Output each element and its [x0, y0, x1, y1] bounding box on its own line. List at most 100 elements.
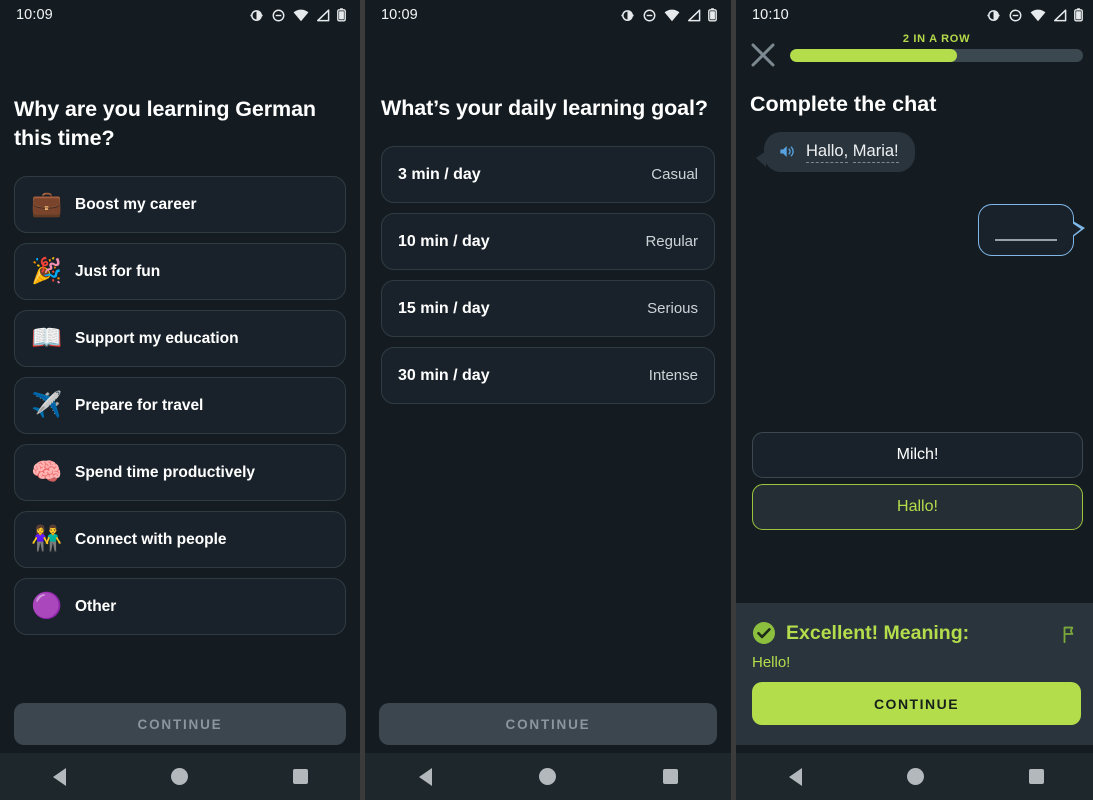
goal-duration: 10 min / day — [398, 232, 490, 250]
nav-recents-icon[interactable] — [1029, 769, 1045, 784]
nav-back-icon[interactable] — [52, 767, 66, 786]
screenshot-root: 10:09 Why are you learning German this t… — [0, 0, 1093, 800]
close-icon[interactable] — [748, 40, 778, 70]
feedback-panel: Excellent! Meaning: Hello! CONTINUE — [736, 603, 1093, 745]
signal-icon — [1054, 8, 1067, 21]
status-icons — [986, 8, 1083, 23]
status-bar: 10:09 — [0, 0, 360, 30]
nav-home-icon[interactable] — [170, 768, 188, 785]
android-nav-bar — [365, 753, 731, 800]
speaker-icon[interactable] — [778, 142, 797, 161]
option-label: Spend time productively — [75, 463, 256, 481]
nav-home-icon[interactable] — [538, 768, 556, 785]
reason-option-connect-with-people[interactable]: 👫 Connect with people — [14, 511, 346, 569]
ellipsis-circle-emoji: 🟣 — [31, 592, 63, 621]
status-icons — [620, 8, 717, 23]
brightness-icon — [250, 9, 263, 21]
reason-option-just-for-fun[interactable]: 🎉 Just for fun — [14, 243, 346, 301]
signal-icon — [688, 8, 701, 21]
goal-intensity: Casual — [651, 166, 698, 184]
progress-track — [790, 48, 1083, 62]
brain-emoji: 🧠 — [31, 458, 63, 487]
android-nav-bar — [736, 753, 1093, 800]
chat-bubble-answer-slot[interactable] — [978, 204, 1085, 256]
chat-word-1: Hallo, — [806, 142, 849, 163]
goal-option-3-min[interactable]: 3 min / day Casual — [381, 146, 715, 204]
dnd-icon — [643, 9, 656, 21]
open-book-emoji: 📖 — [31, 324, 63, 353]
progress-fill — [790, 48, 957, 62]
chat-bubble-incoming[interactable]: Hallo, Maria! — [756, 132, 915, 172]
answer-option-hallo[interactable]: Hallo! — [752, 484, 1083, 530]
feedback-body: Hello! — [752, 654, 791, 671]
chat-word-2: Maria! — [852, 142, 899, 163]
status-bar: 10:10 — [736, 0, 1093, 30]
reason-option-spend-time-productively[interactable]: 🧠 Spend time productively — [14, 444, 346, 502]
lesson-header: 2 IN A ROW — [736, 33, 1093, 70]
goal-intensity: Intense — [648, 367, 698, 385]
reason-option-prepare-for-travel[interactable]: ✈️ Prepare for travel — [14, 377, 346, 435]
answer-blank-line — [995, 239, 1057, 241]
reason-option-other[interactable]: 🟣 Other — [14, 578, 346, 636]
option-label: Boost my career — [75, 195, 197, 213]
people-emoji: 👫 — [31, 525, 63, 554]
wifi-icon — [293, 9, 309, 21]
status-clock: 10:09 — [381, 7, 418, 23]
option-label: Support my education — [75, 329, 239, 347]
dnd-icon — [1009, 9, 1022, 21]
screen-complete-the-chat: 10:10 2 IN A ROW Complete the chat Hallo… — [736, 0, 1093, 800]
android-nav-bar — [0, 753, 360, 800]
page-title: Why are you learning German this time? — [14, 97, 316, 151]
goal-intensity: Regular — [645, 233, 698, 251]
nav-recents-icon[interactable] — [662, 769, 678, 784]
battery-icon — [337, 8, 346, 22]
option-label: Other — [75, 597, 117, 615]
battery-icon — [1074, 8, 1083, 22]
nav-home-icon[interactable] — [906, 768, 924, 785]
answer-choices: Milch! Hallo! — [752, 432, 1083, 530]
airplane-emoji: ✈️ — [31, 391, 63, 420]
option-label: Connect with people — [75, 530, 227, 548]
goal-option-15-min[interactable]: 15 min / day Serious — [381, 280, 715, 338]
status-clock: 10:09 — [16, 7, 53, 23]
report-flag-icon[interactable] — [1059, 623, 1081, 645]
nav-back-icon[interactable] — [418, 767, 432, 786]
reason-option-list: 💼 Boost my career 🎉 Just for fun 📖 Suppo… — [14, 176, 346, 636]
check-circle-icon — [753, 622, 775, 644]
party-popper-emoji: 🎉 — [31, 257, 63, 286]
goal-duration: 3 min / day — [398, 165, 481, 183]
option-label: Prepare for travel — [75, 396, 204, 414]
reason-option-support-my-education[interactable]: 📖 Support my education — [14, 310, 346, 368]
goal-duration: 30 min / day — [398, 366, 490, 384]
signal-icon — [317, 8, 330, 21]
status-clock: 10:10 — [752, 7, 789, 23]
screen-learning-reason: 10:09 Why are you learning German this t… — [0, 0, 360, 800]
goal-option-30-min[interactable]: 30 min / day Intense — [381, 347, 715, 405]
daily-goal-list: 3 min / day Casual 10 min / day Regular … — [381, 146, 715, 405]
option-label: Just for fun — [75, 262, 161, 280]
continue-button[interactable]: CONTINUE — [752, 682, 1081, 725]
screen-daily-goal: 10:09 What’s your daily learning goal? 3… — [365, 0, 731, 800]
dnd-icon — [272, 9, 285, 21]
exercise-title: Complete the chat — [750, 92, 937, 116]
goal-option-10-min[interactable]: 10 min / day Regular — [381, 213, 715, 271]
status-bar: 10:09 — [365, 0, 731, 30]
brightness-icon — [987, 9, 1000, 21]
streak-label: 2 IN A ROW — [902, 32, 971, 45]
chat-area: Hallo, Maria! — [736, 129, 1093, 419]
answer-option-milch[interactable]: Milch! — [752, 432, 1083, 478]
continue-button[interactable]: CONTINUE — [379, 703, 717, 745]
status-icons — [249, 8, 346, 23]
nav-back-icon[interactable] — [788, 767, 802, 786]
reason-option-boost-my-career[interactable]: 💼 Boost my career — [14, 176, 346, 234]
continue-button[interactable]: CONTINUE — [14, 703, 346, 745]
wifi-icon — [664, 9, 680, 21]
goal-duration: 15 min / day — [398, 299, 490, 317]
nav-recents-icon[interactable] — [292, 769, 308, 784]
chat-message-text: Hallo, Maria! — [806, 142, 899, 163]
feedback-header: Excellent! Meaning: — [752, 621, 1081, 645]
wifi-icon — [1030, 9, 1046, 21]
feedback-title: Excellent! Meaning: — [786, 621, 970, 644]
progress-bar: 2 IN A ROW — [790, 33, 1083, 62]
briefcase-emoji: 💼 — [31, 190, 63, 219]
